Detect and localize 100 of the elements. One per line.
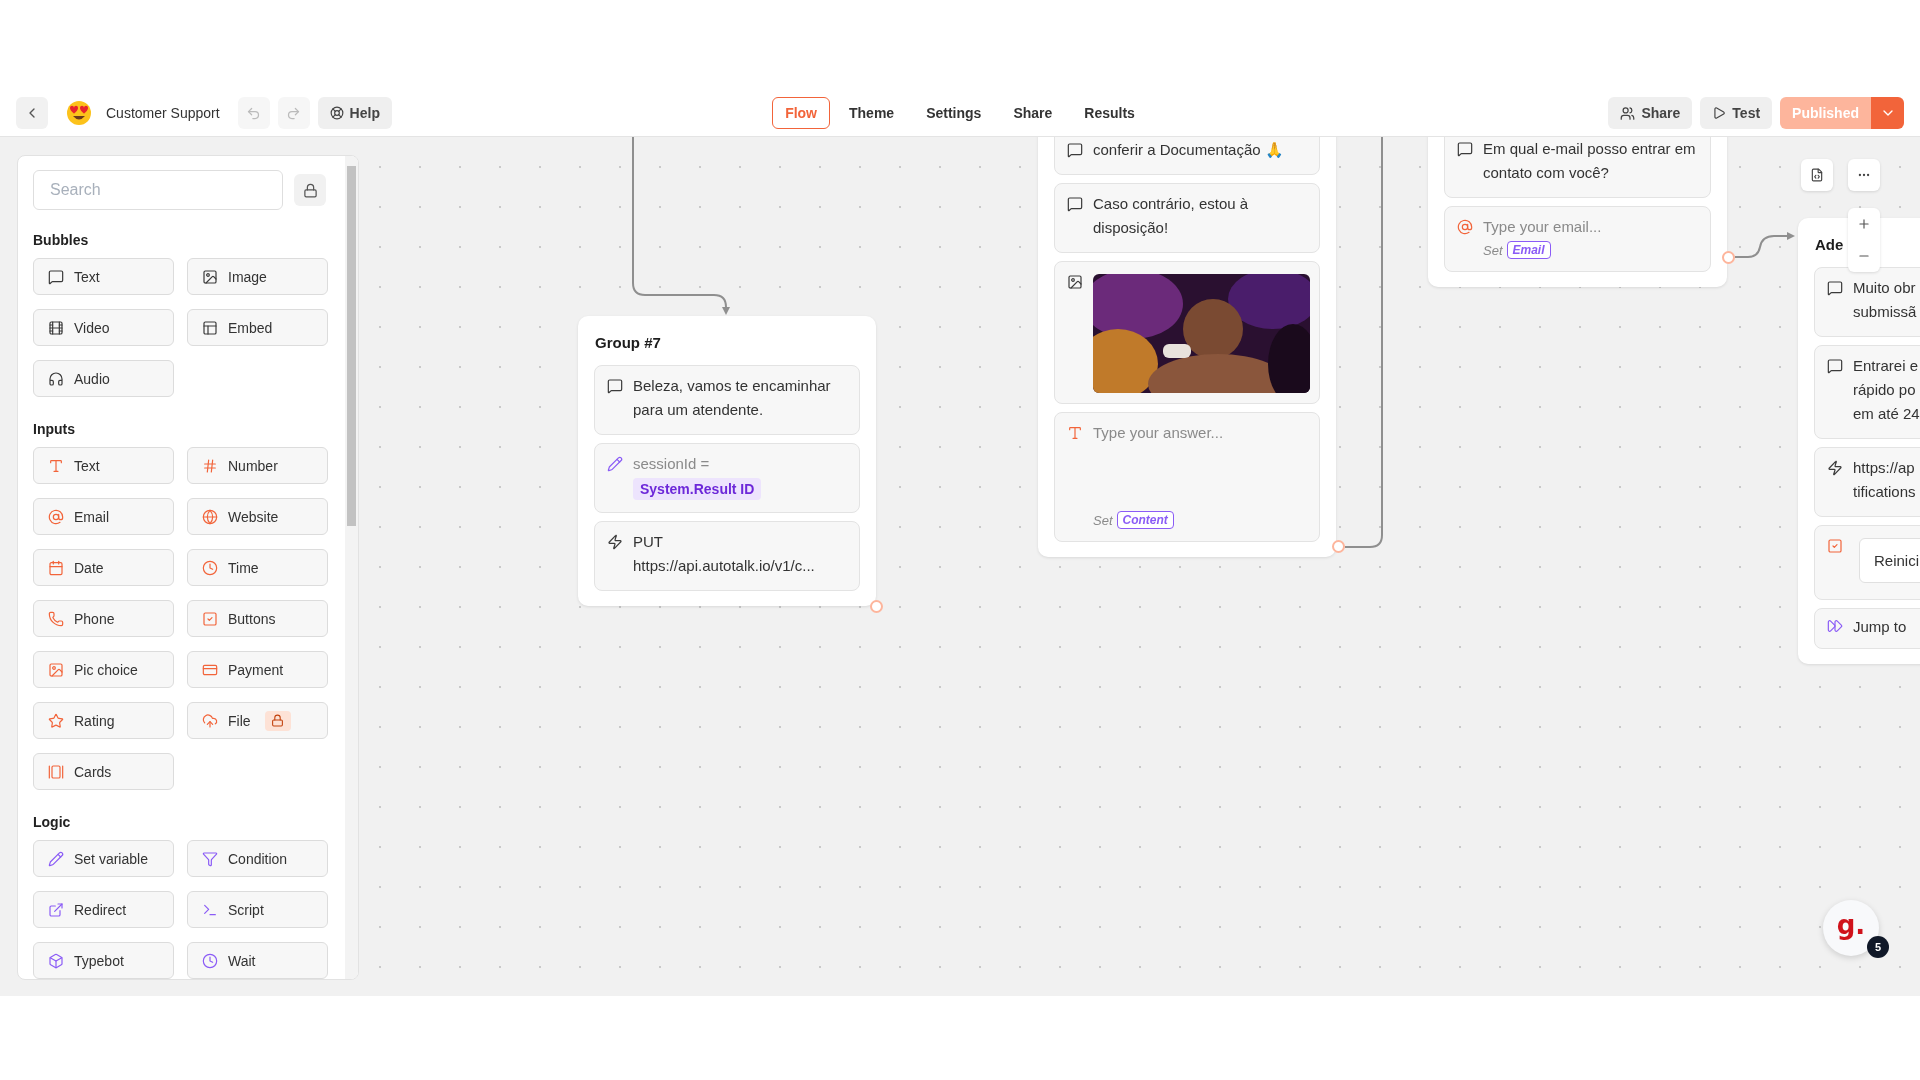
block-tile[interactable]: Phone — [33, 600, 174, 637]
group-title: Group #7 — [594, 333, 661, 353]
gallery-icon — [48, 763, 64, 780]
block-tile[interactable]: Audio — [33, 360, 174, 397]
hash-icon — [202, 457, 218, 474]
image-bubble-block[interactable] — [1054, 261, 1320, 404]
connector-arrow — [1734, 232, 1795, 258]
input-block[interactable]: Type your email... Set Email — [1444, 206, 1711, 272]
webhook-block[interactable]: https://ap tifications — [1814, 447, 1920, 517]
jump-block[interactable]: Jump to — [1814, 608, 1920, 649]
back-button[interactable] — [16, 97, 48, 129]
checkbox-icon — [202, 610, 218, 627]
variable-tag: Content — [1116, 511, 1174, 529]
block-tile[interactable]: Wait — [187, 942, 328, 979]
chat-bubble-icon — [48, 268, 64, 285]
pencil-icon — [48, 850, 64, 867]
chat-bubble-icon — [1827, 280, 1843, 296]
block-tile[interactable]: Video — [33, 309, 174, 346]
redo-icon — [286, 105, 302, 121]
publish-menu-button[interactable] — [1871, 97, 1904, 129]
chat-bubble-icon — [1067, 142, 1083, 158]
funnel-icon — [202, 850, 218, 867]
flow-group-card[interactable]: Group #7 Beleza, vamos te encaminhar para um atendente. sessionId = System.Result ID PUT https://api.autotalk.io/v1/c... — [578, 316, 876, 606]
help-button[interactable]: Help — [317, 97, 392, 129]
search-field[interactable]: Search — [33, 170, 283, 210]
block-tile[interactable]: Set variable — [33, 840, 174, 877]
text-bubble-block[interactable]: conferir a Documentação 🙏 — [1054, 137, 1320, 175]
text-bubble-block[interactable]: Em qual e-mail posso entrar em contato com você? — [1444, 137, 1711, 198]
set-label: Set — [1093, 512, 1113, 528]
checkbox-icon — [1827, 538, 1843, 554]
block-tile[interactable]: Embed — [187, 309, 328, 346]
image-icon — [202, 268, 218, 285]
block-tile[interactable]: Buttons — [187, 600, 328, 637]
cloud-upload-icon — [202, 712, 218, 729]
flow-group-card[interactable]: Ade Muito obr submissã Entrarei e rápido po em até 24 https://ap tifications Reinici Jump to — [1798, 218, 1920, 664]
block-tile[interactable]: Date — [33, 549, 174, 586]
set-label: Set — [1483, 242, 1503, 258]
more-button[interactable] — [1848, 159, 1880, 191]
block-tile[interactable]: Rating — [33, 702, 174, 739]
text-bubble-block[interactable]: Beleza, vamos te encaminhar para um atendente. — [594, 365, 860, 435]
block-tile[interactable]: Website — [187, 498, 328, 535]
block-tile[interactable]: Cards — [33, 753, 174, 790]
scrollbar[interactable] — [345, 156, 358, 979]
flow-group-card[interactable]: Em qual e-mail posso entrar em contato com você? Type your email... Set Email — [1428, 137, 1727, 287]
block-tile[interactable]: Email — [33, 498, 174, 535]
block-tile[interactable]: Time — [187, 549, 328, 586]
block-tile[interactable]: File — [187, 702, 328, 739]
block-tile[interactable]: Script — [187, 891, 328, 928]
text-bubble-block[interactable]: Entrarei e rápido po em até 24 — [1814, 345, 1920, 439]
set-variable-block[interactable]: sessionId = System.Result ID — [594, 443, 860, 513]
text-bubble-block[interactable]: Caso contrário, estou à disposição! — [1054, 183, 1320, 253]
globe-icon — [202, 508, 218, 525]
block-tile[interactable]: Pic choice — [33, 651, 174, 688]
lifebuoy-icon — [329, 106, 344, 120]
redo-button[interactable] — [277, 97, 310, 129]
block-tile[interactable]: Condition — [187, 840, 328, 877]
flow-group-card[interactable]: conferir a Documentação 🙏 Caso contrário, estou à disposição! Type your answer... Set Content — [1038, 137, 1336, 557]
clock-icon — [202, 559, 218, 576]
phone-icon — [48, 610, 64, 627]
choice-button[interactable]: Reinici — [1859, 538, 1920, 583]
webhook-block[interactable]: PUT https://api.autotalk.io/v1/c... — [594, 521, 860, 591]
block-tile[interactable]: Typebot — [33, 942, 174, 979]
chat-bubble-icon — [1457, 141, 1473, 157]
play-icon — [1712, 106, 1727, 120]
connection-port[interactable] — [870, 600, 883, 613]
image-icon — [1067, 274, 1083, 290]
text-bubble-block[interactable]: Muito obr submissã — [1814, 267, 1920, 337]
lock-button[interactable] — [294, 174, 326, 206]
bubble-text: Entrarei e rápido po em até 24 — [1853, 356, 1920, 424]
plus-icon — [1857, 217, 1871, 231]
cube-icon — [48, 952, 64, 969]
input-block[interactable]: Type your answer... Set Content — [1054, 412, 1320, 542]
image-icon — [48, 661, 64, 678]
undo-icon — [246, 105, 262, 121]
headphones-icon — [48, 370, 64, 387]
input-placeholder: Type your answer... — [1093, 423, 1225, 443]
block-tile[interactable]: Image — [187, 258, 328, 295]
block-tile[interactable]: Text — [33, 258, 174, 295]
block-tile[interactable]: Text — [33, 447, 174, 484]
webhook-text: https://ap tifications — [1853, 458, 1916, 502]
block-tile[interactable]: Payment — [187, 651, 328, 688]
buttons-block[interactable]: Reinici — [1814, 525, 1920, 600]
star-icon — [48, 712, 64, 729]
undo-button[interactable] — [237, 97, 270, 129]
bubble-text: Muito obr submissã — [1853, 278, 1917, 322]
export-button[interactable] — [1801, 159, 1833, 191]
jump-text: Jump to — [1853, 617, 1907, 637]
clock-icon — [202, 952, 218, 969]
fast-forward-icon — [1827, 618, 1843, 634]
lock-icon — [302, 182, 318, 198]
file-code-icon — [1810, 168, 1824, 182]
share-button[interactable]: Share — [1608, 97, 1693, 129]
block-tile[interactable]: Redirect — [33, 891, 174, 928]
block-tile[interactable]: Number — [187, 447, 328, 484]
variable-tag: Email — [1506, 241, 1551, 259]
users-icon — [1620, 105, 1636, 121]
layout-icon — [202, 319, 218, 336]
test-button[interactable]: Test — [1700, 97, 1773, 129]
calendar-icon — [48, 559, 64, 576]
bubble-text: Beleza, vamos te encaminhar para um atendente. — [633, 376, 832, 420]
